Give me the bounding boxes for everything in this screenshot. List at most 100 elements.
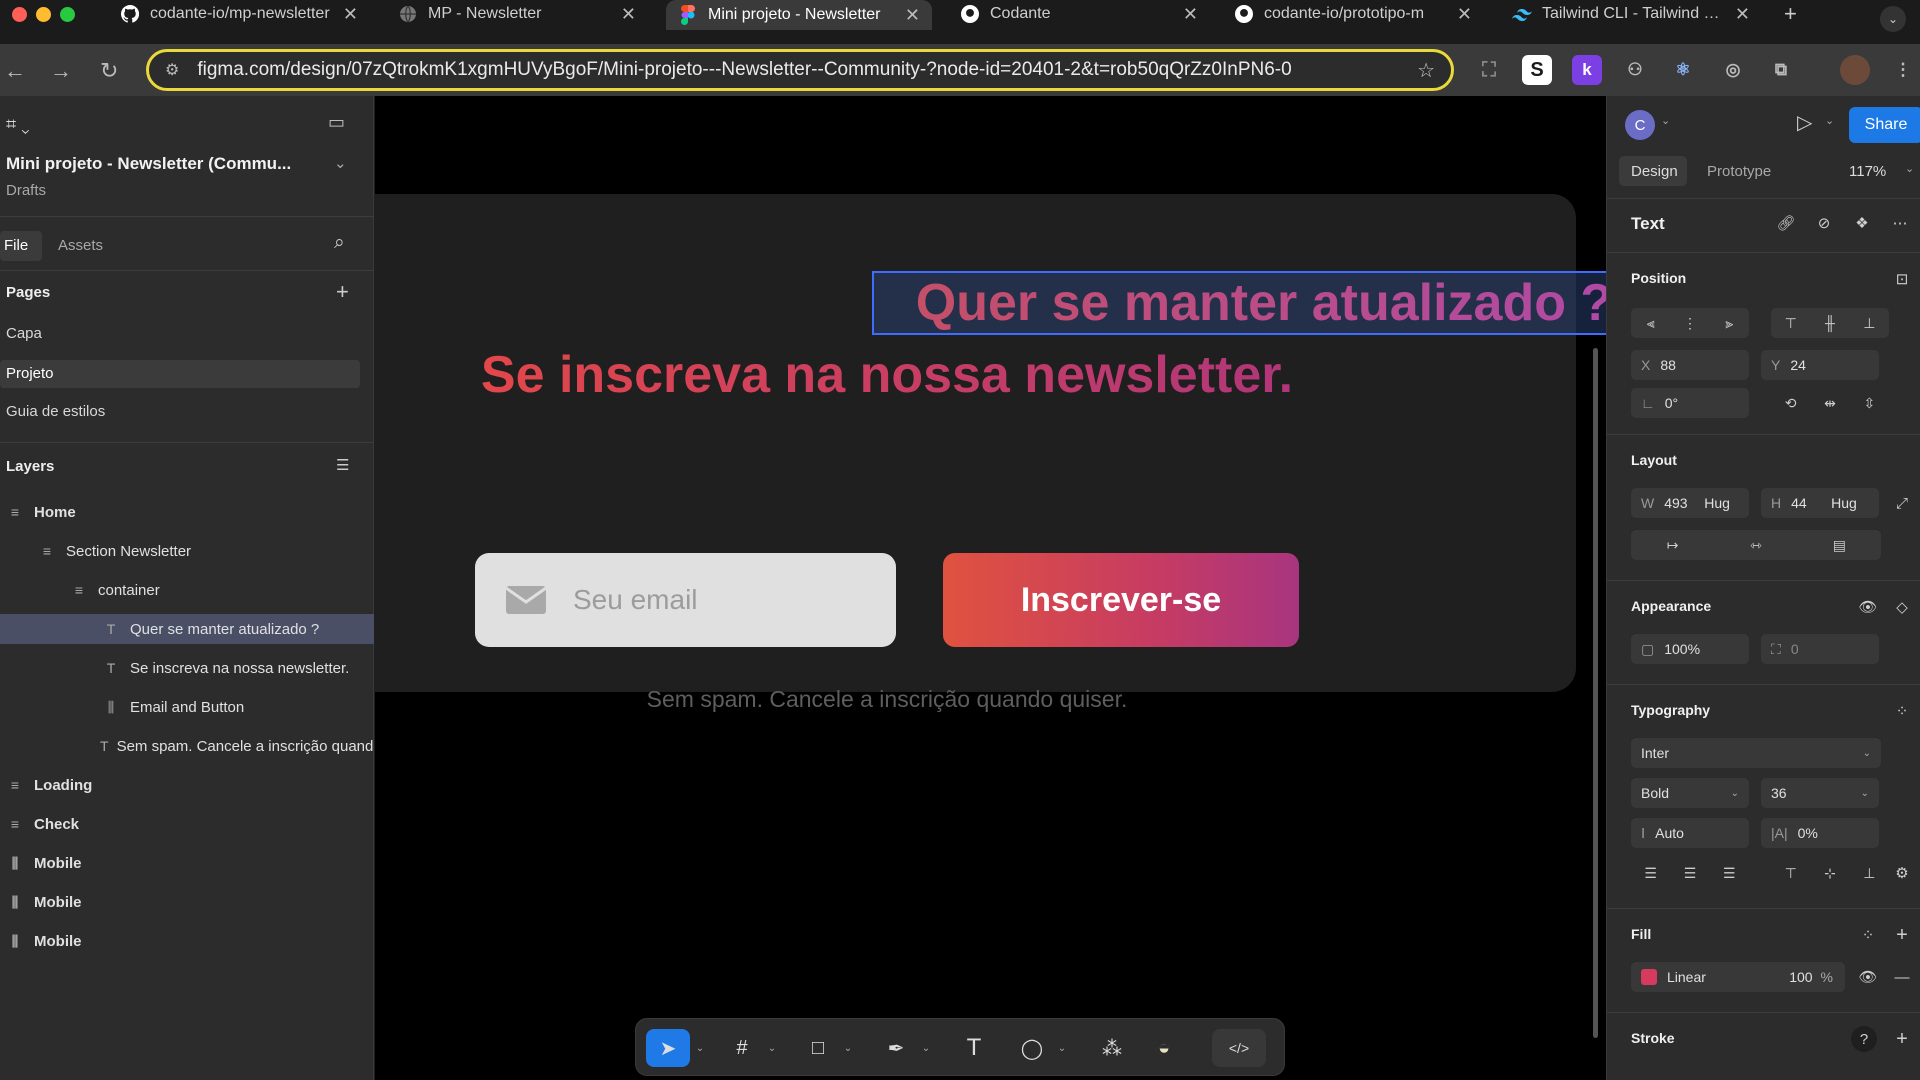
file-name[interactable]: Mini projeto - Newsletter (Commu...: [6, 154, 291, 174]
close-tab-icon[interactable]: ✕: [343, 4, 358, 25]
move-tool-chevron-icon[interactable]: ⌄: [692, 1029, 708, 1067]
text-styles-icon[interactable]: ⁘: [1889, 698, 1915, 724]
design-canvas[interactable]: Quer se manter atualizado ? Se inscreva …: [375, 96, 1656, 1080]
text-align-middle-icon[interactable]: ⊹: [1810, 858, 1849, 888]
extension-nodes-icon[interactable]: ⚇: [1620, 55, 1650, 85]
add-page-icon[interactable]: +: [336, 279, 349, 305]
close-window-button[interactable]: [12, 7, 27, 22]
visibility-eye-icon[interactable]: 👁︎: [1855, 594, 1881, 620]
layer-home[interactable]: ≡ Home: [0, 497, 374, 527]
text-align-bottom-icon[interactable]: ⊥: [1850, 858, 1889, 888]
zoom-chevron-icon[interactable]: ⌄: [1905, 162, 1914, 175]
align-top-icon[interactable]: ⊤: [1771, 308, 1810, 338]
opacity-field[interactable]: ▢ 100%: [1631, 634, 1749, 664]
font-family-select[interactable]: Inter ⌄: [1631, 738, 1881, 768]
page-item-projeto[interactable]: Projeto: [0, 360, 360, 388]
fill-styles-icon[interactable]: ⁘: [1855, 922, 1881, 948]
browser-tab-active[interactable]: Mini projeto - Newsletter ✕: [666, 0, 932, 30]
browser-tab[interactable]: codante-io/prototipo-m ✕: [1222, 0, 1484, 28]
extension-target-icon[interactable]: ◎: [1718, 55, 1748, 85]
line-height-field[interactable]: Ⅰ Auto: [1631, 818, 1749, 848]
browser-tab[interactable]: codante-io/mp-newsletter ✕: [108, 0, 370, 28]
pen-tool-icon[interactable]: ✒: [876, 1029, 916, 1067]
rotation-field[interactable]: ∟ 0°: [1631, 388, 1749, 418]
style-reset-icon[interactable]: ⊘: [1811, 210, 1837, 236]
y-position-field[interactable]: Y 24: [1761, 350, 1879, 380]
maximize-window-button[interactable]: [60, 7, 75, 22]
bookmark-star-icon[interactable]: ☆: [1417, 58, 1435, 83]
layer-text-note[interactable]: TSem spam. Cancele a inscrição quando qu…: [0, 731, 374, 761]
extension-react-icon[interactable]: ⚛: [1668, 55, 1698, 85]
close-tab-icon[interactable]: ✕: [1183, 4, 1198, 25]
dev-mode-icon[interactable]: </>: [1212, 1029, 1266, 1067]
align-center-h-icon[interactable]: ⋮: [1670, 308, 1709, 338]
tab-assets[interactable]: Assets: [58, 237, 103, 254]
subheading-text[interactable]: Se inscreva na nossa newsletter.: [375, 344, 1399, 406]
tab-design[interactable]: Design: [1619, 156, 1687, 186]
extensions-puzzle-icon[interactable]: ⧉: [1766, 55, 1796, 85]
layer-email-and-button[interactable]: ⫼ Email and Button: [0, 692, 374, 722]
page-item-guia-de-estilos[interactable]: Guia de estilos: [0, 398, 360, 426]
align-bottom-icon[interactable]: ⊥: [1850, 308, 1889, 338]
resize-to-fit-icon[interactable]: ⤢: [1889, 490, 1915, 516]
toggle-sidebar-icon[interactable]: ▭: [328, 112, 345, 133]
layer-loading[interactable]: ≡ Loading: [0, 770, 374, 800]
more-options-icon[interactable]: ⋯: [1887, 210, 1913, 236]
corner-radius-field[interactable]: ⛶ 0: [1761, 634, 1879, 664]
link-icon[interactable]: 🔗︎: [1773, 210, 1799, 236]
tab-file[interactable]: File: [0, 231, 42, 261]
frame-tool-chevron-icon[interactable]: ⌄: [764, 1029, 780, 1067]
layer-check[interactable]: ≡ Check: [0, 809, 374, 839]
tab-prototype[interactable]: Prototype: [1707, 163, 1771, 180]
no-spam-note[interactable]: Sem spam. Cancele a inscrição quando qui…: [375, 686, 1399, 713]
rectangle-tool-icon[interactable]: □: [798, 1029, 838, 1067]
search-icon[interactable]: ⌕: [334, 232, 345, 254]
flip-horizontal-icon[interactable]: ⇹: [1810, 388, 1849, 418]
layer-container[interactable]: ≡ container: [0, 575, 374, 605]
layers-collapse-icon[interactable]: ☰: [336, 456, 349, 474]
move-tool-cursor-icon[interactable]: ➤: [646, 1029, 690, 1067]
fill-swatch[interactable]: [1641, 969, 1657, 985]
share-button[interactable]: Share: [1849, 107, 1920, 143]
layer-text-heading1[interactable]: T Quer se manter atualizado ?: [0, 614, 374, 644]
canvas-scrollbar[interactable]: [1593, 348, 1598, 1038]
email-input[interactable]: Seu email: [475, 553, 896, 647]
main-menu-icon[interactable]: ⌗ ⌄: [6, 114, 30, 135]
screen-capture-icon[interactable]: ⛶: [1474, 55, 1504, 85]
auto-width-icon[interactable]: ↦: [1631, 530, 1714, 560]
auto-height-icon[interactable]: ⇿: [1714, 530, 1797, 560]
zoom-level[interactable]: 117%: [1849, 163, 1886, 180]
remove-fill-icon[interactable]: —: [1889, 964, 1915, 990]
text-align-top-icon[interactable]: ⊤: [1771, 858, 1810, 888]
rotate-icon[interactable]: ⟲: [1771, 388, 1810, 418]
letter-spacing-field[interactable]: |A| 0%: [1761, 818, 1879, 848]
flip-vertical-icon[interactable]: ⇳: [1850, 388, 1889, 418]
profile-avatar[interactable]: [1840, 55, 1870, 85]
text-align-right-icon[interactable]: ☰: [1710, 858, 1749, 888]
align-right-icon[interactable]: ⫸: [1710, 308, 1749, 338]
add-stroke-icon[interactable]: +: [1889, 1026, 1915, 1052]
new-tab-button[interactable]: +: [1784, 0, 1797, 28]
layer-mobile[interactable]: ⫼ Mobile: [0, 887, 374, 917]
extension-k-icon[interactable]: k: [1572, 55, 1602, 85]
add-fill-icon[interactable]: +: [1889, 922, 1915, 948]
browser-menu-icon[interactable]: ⋮: [1888, 55, 1918, 85]
text-tool-icon[interactable]: T: [954, 1029, 994, 1067]
browser-tab[interactable]: Tailwind CLI - Tailwind CSS ✕: [1500, 0, 1762, 28]
align-left-icon[interactable]: ⫷: [1631, 308, 1670, 338]
fill-field[interactable]: Linear 100 %: [1631, 962, 1845, 992]
type-settings-icon[interactable]: ⚙: [1889, 860, 1915, 886]
text-align-left-icon[interactable]: ☰: [1631, 858, 1670, 888]
frame-tool-icon[interactable]: #: [722, 1029, 762, 1067]
close-tab-icon[interactable]: ✕: [621, 4, 636, 25]
extension-s-icon[interactable]: S: [1522, 55, 1552, 85]
plugin-tool-icon[interactable]: ◒: [1144, 1029, 1184, 1067]
shape-tool-chevron-icon[interactable]: ⌄: [840, 1029, 856, 1067]
back-arrow-icon[interactable]: ←: [4, 58, 26, 84]
present-chevron-icon[interactable]: ⌄: [1825, 114, 1834, 127]
close-tab-icon[interactable]: ✕: [1457, 4, 1472, 25]
heading-text-selected[interactable]: Quer se manter atualizado ?: [872, 271, 1656, 335]
layer-mobile[interactable]: ⫼ Mobile: [0, 848, 374, 878]
layer-section-newsletter[interactable]: ≡ Section Newsletter: [0, 536, 374, 566]
help-icon[interactable]: ?: [1851, 1026, 1877, 1052]
